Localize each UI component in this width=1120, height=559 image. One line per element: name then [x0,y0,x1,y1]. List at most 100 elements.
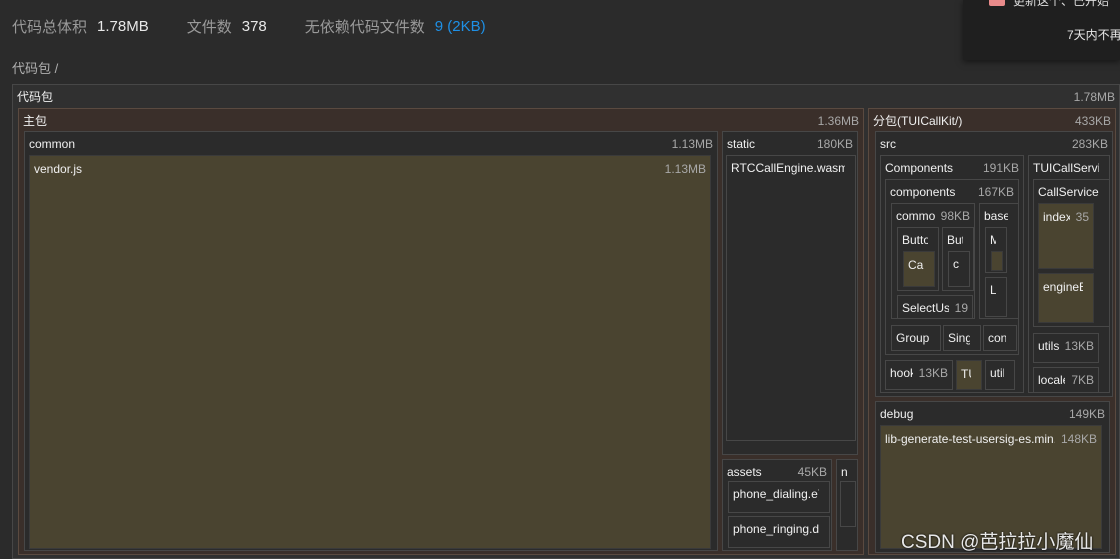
node-header: base [984,208,1014,225]
treemap-node-indexjs[interactable]: index.js 35 [1038,203,1094,269]
node-name: src [880,137,896,151]
node-header: assets 45KB [727,464,827,481]
node-size: 35 [1075,210,1089,224]
breadcrumb[interactable]: 代码包 / [12,58,58,77]
node-header: Cam [908,257,930,274]
node-size: 180KB [816,137,853,151]
node-header: utils 13KB [1038,338,1094,355]
node-size: 148KB [1060,432,1097,446]
watermark: CSDN @芭拉拉小魔仙 [901,532,1094,553]
node-header: Loa [990,282,1002,299]
node-size: 98KB [940,209,970,223]
treemap-node-groupca[interactable]: GroupCa [891,325,941,351]
node-size: 1.36MB [817,114,859,128]
node-header: util [990,365,1010,382]
node-header: cc [953,256,965,273]
node-size: 433KB [1074,114,1111,128]
node-name: vendor.js [34,162,83,176]
treemap-node-rtc[interactable]: RTCCallEngine.wasm.br [726,155,856,441]
node-name: debug [880,407,914,421]
node-header: SelectUser 19 [902,300,968,317]
treemap-node-noc-file[interactable]: @ [840,481,856,527]
node-name: phone_dialing.e72 [733,487,819,501]
treemap-node-single[interactable]: Single [943,325,981,351]
node-name: common [896,209,935,223]
node-header: RTCCallEngine.wasm.br [731,160,851,177]
node-name: Components [885,161,954,175]
node-header: engineEv [1043,279,1089,296]
node-header: src 283KB [880,136,1108,153]
node-header: vendor.js 1.13MB [34,161,706,178]
node-size: 7KB [1071,373,1094,387]
node-header: TUICallService [1033,160,1105,177]
node-header: components 167KB [890,184,1014,201]
file-count-value: 378 [241,17,267,35]
treemap-node-engineev[interactable]: engineEv [1038,273,1094,323]
no-dependency-label: 无依赖代码文件数 [304,18,425,36]
stats-bar: 代码总体积 1.78MB 文件数 378 无依赖代码文件数 9 (2KB) [12,16,486,36]
treemap-node-me-file[interactable]: I [991,251,1003,271]
node-name: hooks [890,366,913,380]
total-size-label: 代码总体积 [12,18,88,36]
node-header: 分包(TUICallKit/) 433KB [873,113,1111,130]
node-header: TUIC [961,366,977,383]
node-header: phone_dialing.e72 [733,486,825,503]
node-header: hooks 13KB [890,365,948,382]
treemap-node-utils-small[interactable]: util [985,360,1015,390]
node-name: base [984,209,1008,223]
node-header: index.js 35 [1043,209,1089,226]
node-name: utils [1038,339,1059,353]
node-name: TUICallService [1033,161,1099,175]
node-name: common [29,137,76,151]
treemap-node-loa[interactable]: Loa [985,277,1007,317]
treemap-node-vendor[interactable]: vendor.js 1.13MB [29,155,711,549]
node-name: index.js [1043,210,1070,224]
node-name: static [727,137,756,151]
treemap-node-tuic[interactable]: TUIC [956,360,982,390]
node-name: lib-generate-test-usersig-es.min.js [885,432,1055,446]
node-name: Cam [908,258,924,272]
node-name: engineEv [1043,280,1083,294]
treemap-node-selectuser[interactable]: SelectUser 19 [897,295,973,319]
treemap-node-dialing[interactable]: phone_dialing.e72 [728,481,830,513]
node-name: 代码包 [17,90,54,104]
node-header: CallService( [1038,184,1105,201]
treemap-node-conf[interactable]: conf [983,325,1017,351]
node-name: phone_ringing.de [733,522,819,536]
node-name: Butt [947,233,963,247]
treemap-node-cam[interactable]: Cam [903,251,935,287]
node-name: components [890,185,956,199]
node-name: RTCCallEngine.wasm.br [731,161,845,175]
dont-show-again-link[interactable]: 7天内不再 [1067,26,1120,43]
node-header: static 180KB [727,136,853,153]
node-size: 13KB [1064,339,1094,353]
treemap-node-cc[interactable]: cc [948,251,970,287]
node-name: Button [902,233,928,247]
node-name: noc [841,464,847,481]
node-name: 主包 [23,114,48,128]
node-header: noc [841,464,853,481]
node-header: Components 191KB [885,160,1019,177]
node-header: phone_ringing.de [733,521,825,538]
node-header: 代码包 1.78MB [17,89,1115,106]
node-header: Button [902,232,934,249]
node-size: 19 [954,301,968,315]
node-header: @ [845,486,851,503]
node-header: 主包 1.36MB [23,113,859,130]
treemap-node-utils[interactable]: utils 13KB [1033,333,1099,363]
no-dependency-link[interactable]: 9 (2KB) [435,18,486,35]
treemap-node-hooks[interactable]: hooks 13KB [885,360,953,390]
node-name: cc [953,257,959,271]
node-name: TUIC [961,367,971,381]
treemap-node-ringing[interactable]: phone_ringing.de [728,516,830,548]
node-size: 191KB [982,161,1019,175]
node-size: 1.13MB [671,137,713,151]
node-header: locales 7KB [1038,372,1094,389]
node-name: Loa [990,282,996,299]
treemap-node-locales[interactable]: locales 7KB [1033,367,1099,393]
node-name: util [990,366,1004,380]
node-header: common 98KB [896,208,970,225]
node-size: 283KB [1071,137,1108,151]
node-size: 1.13MB [664,162,706,176]
node-name: CallService( [1038,185,1099,199]
